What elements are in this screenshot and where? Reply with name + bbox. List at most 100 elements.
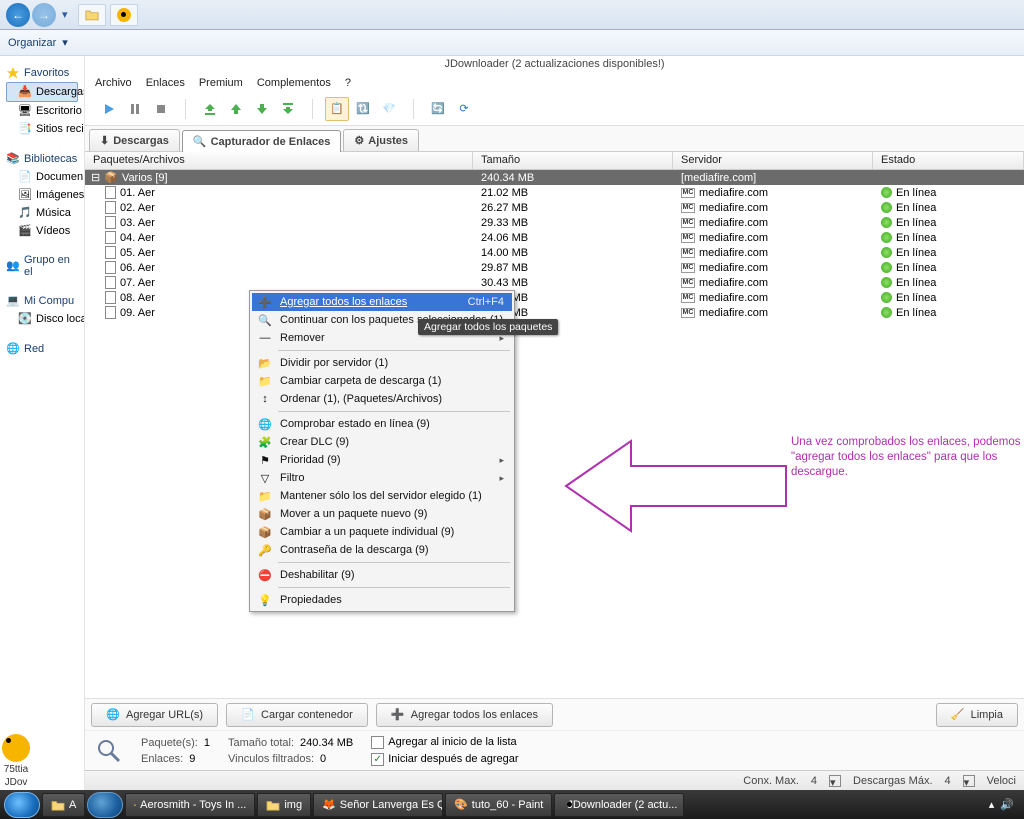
col-server[interactable]: Servidor bbox=[673, 152, 873, 169]
sidebar-item-escritorio[interactable]: 🖥Escritorio bbox=[6, 102, 78, 120]
menu-enlaces[interactable]: Enlaces bbox=[146, 77, 185, 89]
browser-top: ← → ▾ bbox=[0, 0, 1024, 30]
jd-tab[interactable] bbox=[110, 4, 138, 26]
sidebar-item-sitios[interactable]: 📑Sitios reci bbox=[6, 120, 78, 138]
sidebar-item-imagenes[interactable]: 🖼Imágenes bbox=[6, 186, 78, 204]
back-button[interactable]: ← bbox=[6, 3, 30, 27]
forward-button[interactable]: → bbox=[32, 3, 56, 27]
reconnect-button[interactable]: 🔃 bbox=[351, 97, 375, 121]
file-row[interactable]: 07. Aer30.43 MBMCmediafire.comEn línea bbox=[85, 275, 1024, 290]
move-bottom-button[interactable] bbox=[276, 97, 300, 121]
clipboard-button[interactable]: 📋 bbox=[325, 97, 349, 121]
file-row[interactable]: 05. Aer14.00 MBMCmediafire.comEn línea bbox=[85, 245, 1024, 260]
taskbar-item-3[interactable]: 🦊Señor Lanverga Es Q... bbox=[313, 793, 443, 817]
move-up-button[interactable] bbox=[224, 97, 248, 121]
file-row[interactable]: 08. Aer33.15 MBMCmediafire.comEn línea bbox=[85, 290, 1024, 305]
sidebar-hdr-grupo[interactable]: 👥Grupo en el bbox=[6, 248, 78, 280]
sidebar-item-musica[interactable]: 🎵Música bbox=[6, 204, 78, 222]
pause-button[interactable] bbox=[123, 97, 147, 121]
taskbar-item-5[interactable]: JDownloader (2 actu... bbox=[554, 793, 684, 817]
ctx-priority[interactable]: ⚑Prioridad (9) bbox=[252, 451, 512, 469]
ctx-keep[interactable]: 📁Mantener sólo los del servidor elegido … bbox=[252, 487, 512, 505]
taskbar-item-0[interactable]: A bbox=[42, 793, 85, 817]
ctx-disable[interactable]: ⛔Deshabilitar (9) bbox=[252, 566, 512, 584]
load-container-button[interactable]: 📄Cargar contenedor bbox=[226, 703, 368, 727]
ctx-dlc[interactable]: 🧩Crear DLC (9) bbox=[252, 433, 512, 451]
spinner-icon-2[interactable]: ▾ bbox=[963, 775, 975, 787]
package-row[interactable]: ⊟ 📦 Varios [9] 240.34 MB [mediafire.com] bbox=[85, 170, 1024, 185]
tab-descargas[interactable]: ⬇Descargas bbox=[89, 129, 180, 151]
menu-archivo[interactable]: Archivo bbox=[95, 77, 132, 89]
collapse-icon[interactable]: ⊟ bbox=[91, 171, 100, 184]
jd-tray-icon[interactable] bbox=[2, 734, 30, 762]
stop-button[interactable] bbox=[149, 97, 173, 121]
sidebar-hdr-equipo[interactable]: 💻Mi Compu bbox=[6, 288, 78, 310]
ctx-check[interactable]: 🌐Comprobar estado en línea (9) bbox=[252, 415, 512, 433]
col-name[interactable]: Paquetes/Archivos bbox=[85, 152, 473, 169]
ctx-filter[interactable]: ▽Filtro bbox=[252, 469, 512, 487]
ctx-props[interactable]: 💡Propiedades bbox=[252, 591, 512, 609]
sidebar-hdr-bibliotecas[interactable]: 📚Bibliotecas bbox=[6, 146, 78, 168]
menu-help[interactable]: ? bbox=[345, 77, 351, 89]
tray-volume-icon[interactable]: 🔊 bbox=[1000, 798, 1014, 811]
start-button[interactable] bbox=[4, 792, 40, 818]
sidebar-item-descargas[interactable]: 📥Descargas bbox=[6, 82, 78, 102]
col-state[interactable]: Estado bbox=[873, 152, 1024, 169]
restart-button[interactable]: ⟳ bbox=[452, 97, 476, 121]
status-dlmax-val[interactable]: 4 bbox=[945, 775, 951, 787]
taskbar-item-2[interactable]: img bbox=[257, 793, 311, 817]
status-conx-val[interactable]: 4 bbox=[811, 775, 817, 787]
docs-icon: 📄 bbox=[18, 170, 32, 184]
file-row[interactable]: 02. Aer26.27 MBMCmediafire.comEn línea bbox=[85, 200, 1024, 215]
tab-ajustes[interactable]: ⚙Ajustes bbox=[343, 129, 419, 151]
menu-complementos[interactable]: Complementos bbox=[257, 77, 331, 89]
file-icon bbox=[105, 231, 116, 244]
move-top-button[interactable] bbox=[198, 97, 222, 121]
tray-arrow-icon[interactable]: ▴ bbox=[989, 798, 995, 811]
chk-add-begin[interactable]: Agregar al inicio de la lista bbox=[371, 736, 518, 749]
file-row[interactable]: 01. Aer21.02 MBMCmediafire.comEn línea bbox=[85, 185, 1024, 200]
hoster-icon: MC bbox=[681, 263, 695, 273]
ctx-change-pkg[interactable]: 📦Cambiar a un paquete individual (9) bbox=[252, 523, 512, 541]
spinner-icon[interactable]: ▾ bbox=[829, 775, 841, 787]
col-size[interactable]: Tamaño bbox=[473, 152, 673, 169]
sidebar-hdr-favoritos[interactable]: Favoritos bbox=[6, 60, 78, 82]
clean-button[interactable]: 🧹Limpia bbox=[936, 703, 1018, 727]
sidebar-hdr-red[interactable]: 🌐Red bbox=[6, 336, 78, 358]
file-row[interactable]: 03. Aer29.33 MBMCmediafire.comEn línea bbox=[85, 215, 1024, 230]
taskbar-item-4[interactable]: 🎨tuto_60 - Paint bbox=[445, 793, 552, 817]
play-button[interactable] bbox=[97, 97, 121, 121]
add-all-button[interactable]: ➕Agregar todos los enlaces bbox=[376, 703, 553, 727]
ctx-sort[interactable]: ↕Ordenar (1), (Paquetes/Archivos) bbox=[252, 390, 512, 408]
ctx-add-links[interactable]: ➕Agregar todos los enlacesCtrl+F4 bbox=[252, 293, 512, 311]
add-url-button[interactable]: 🌐Agregar URL(s) bbox=[91, 703, 218, 727]
disable-icon: ⛔ bbox=[256, 569, 274, 582]
clean-icon: 🧹 bbox=[951, 708, 965, 722]
sidebar-item-disco[interactable]: 💽Disco loca bbox=[6, 310, 78, 328]
ctx-move-new[interactable]: 📦Mover a un paquete nuevo (9) bbox=[252, 505, 512, 523]
organize-toolbar: Organizar ▾ bbox=[0, 30, 1024, 56]
status-conx: Conx. Max. bbox=[743, 775, 799, 787]
file-row[interactable]: 06. Aer29.87 MBMCmediafire.comEn línea bbox=[85, 260, 1024, 275]
ctx-change-folder[interactable]: 📁Cambiar carpeta de descarga (1) bbox=[252, 372, 512, 390]
taskbar-item-1[interactable]: Aerosmith - Toys In ... bbox=[125, 793, 255, 817]
premium-button[interactable]: 💎 bbox=[377, 97, 401, 121]
organize-button[interactable]: Organizar bbox=[8, 37, 56, 49]
folder-chip[interactable] bbox=[78, 4, 106, 26]
chk-start-after[interactable]: ✓Iniciar después de agregar bbox=[371, 753, 518, 766]
update-button[interactable]: 🔄 bbox=[426, 97, 450, 121]
grid: ⊟ 📦 Varios [9] 240.34 MB [mediafire.com]… bbox=[85, 170, 1024, 698]
menu-premium[interactable]: Premium bbox=[199, 77, 243, 89]
history-dropdown[interactable]: ▾ bbox=[62, 8, 72, 21]
system-tray[interactable]: ▴ 🔊 bbox=[983, 798, 1020, 811]
tab-linkgrabber[interactable]: 🔍Capturador de Enlaces bbox=[182, 130, 342, 152]
move-down-button[interactable] bbox=[250, 97, 274, 121]
sidebar-item-videos[interactable]: 🎬Vídeos bbox=[6, 222, 78, 240]
sort-icon: ↕ bbox=[256, 393, 274, 405]
ctx-password[interactable]: 🔑Contraseña de la descarga (9) bbox=[252, 541, 512, 559]
sidebar-item-documentos[interactable]: 📄Documen bbox=[6, 168, 78, 186]
file-row[interactable]: 09. Aer32.21 MBMCmediafire.comEn línea bbox=[85, 305, 1024, 320]
ctx-split[interactable]: 📂Dividir por servidor (1) bbox=[252, 354, 512, 372]
start-button-2[interactable] bbox=[87, 792, 123, 818]
file-row[interactable]: 04. Aer24.06 MBMCmediafire.comEn línea bbox=[85, 230, 1024, 245]
